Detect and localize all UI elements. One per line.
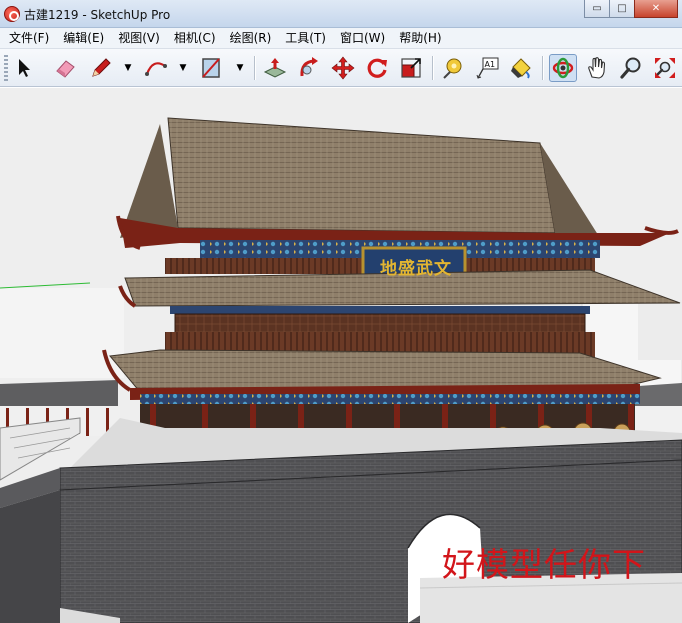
toolbar-separator	[542, 56, 543, 80]
zoom-tool-button[interactable]	[617, 54, 645, 82]
push-pull-tool-button[interactable]	[261, 54, 289, 82]
zoom-extents-tool-button[interactable]	[651, 54, 679, 82]
pan-tool-button[interactable]	[583, 54, 611, 82]
tape-measure-tool-button[interactable]	[439, 54, 467, 82]
background-building	[638, 300, 682, 360]
select-tool-button[interactable]	[10, 54, 38, 82]
move-tool-button[interactable]	[329, 54, 357, 82]
menu-help[interactable]: 帮助(H)	[392, 28, 448, 49]
arc-dropdown-icon[interactable]: ▼	[178, 63, 188, 73]
move-icon	[331, 56, 355, 80]
menu-draw[interactable]: 绘图(R)	[223, 28, 279, 49]
zoom-extents-icon	[655, 58, 675, 78]
upper-eave-curl	[644, 226, 679, 235]
upper-roof	[167, 117, 556, 234]
arc-tool-button[interactable]	[142, 54, 170, 82]
main-toolbar: ▼ ▼ ▼ A1	[0, 49, 682, 87]
scale-icon	[401, 58, 421, 78]
text-tool-button[interactable]: A1	[473, 54, 501, 82]
menu-view[interactable]: 视图(V)	[111, 28, 167, 49]
menu-tools[interactable]: 工具(T)	[278, 28, 333, 49]
text-tool-label: A1	[485, 60, 496, 69]
city-wall-side	[0, 490, 60, 623]
middle-decorative-band	[170, 306, 590, 314]
menu-bar: 文件(F) 编辑(E) 视图(V) 相机(C) 绘图(R) 工具(T) 窗口(W…	[0, 28, 682, 49]
minimize-button[interactable]: ▭	[584, 0, 610, 18]
orbit-icon	[552, 57, 574, 79]
axis-line-green	[0, 282, 91, 289]
watermark-text: 好模型任你下	[442, 545, 646, 584]
toolbar-grip[interactable]	[4, 55, 8, 81]
background-building	[0, 288, 124, 378]
window-title: 古建1219 - SketchUp Pro	[24, 8, 171, 22]
lower-decorative-band	[140, 394, 640, 404]
menu-file[interactable]: 文件(F)	[2, 28, 56, 49]
rotate-tool-button[interactable]	[363, 54, 391, 82]
arc-icon	[145, 62, 167, 76]
pencil-icon	[92, 58, 111, 77]
paint-bucket-icon	[511, 58, 531, 79]
rectangle-dropdown-icon[interactable]: ▼	[235, 63, 245, 73]
rectangle-icon	[202, 58, 220, 78]
pencil-tool-button[interactable]	[87, 54, 115, 82]
menu-window[interactable]: 窗口(W)	[333, 28, 392, 49]
arrow-cursor-icon	[19, 59, 30, 77]
toolbar-separator	[432, 56, 433, 80]
eraser-tool-button[interactable]	[51, 54, 79, 82]
follow-me-icon	[300, 57, 318, 77]
window-controls: ▭ □ ✕	[584, 0, 678, 18]
model-viewport[interactable]: 地盛武文 好模型任你下	[0, 88, 682, 623]
rotate-icon	[367, 58, 387, 78]
plaque-inscription: 地盛武文	[380, 259, 452, 279]
tape-measure-icon	[443, 58, 462, 79]
sketchup-app-icon[interactable]	[4, 6, 20, 22]
pencil-dropdown-icon[interactable]: ▼	[123, 63, 133, 73]
scale-tool-button[interactable]	[397, 54, 425, 82]
text-label-icon: A1	[476, 57, 499, 79]
follow-me-tool-button[interactable]	[295, 54, 323, 82]
hand-icon	[588, 57, 606, 79]
eraser-icon	[56, 60, 75, 78]
rectangle-tool-button[interactable]	[197, 54, 225, 82]
paint-bucket-tool-button[interactable]	[507, 54, 535, 82]
toolbar-separator	[254, 56, 255, 80]
maximize-button[interactable]: □	[609, 0, 635, 18]
menu-camera[interactable]: 相机(C)	[167, 28, 223, 49]
title-bar[interactable]: 古建1219 - SketchUp Pro ▭ □ ✕	[0, 0, 682, 28]
orbit-tool-button[interactable]	[549, 54, 577, 82]
magnifier-icon	[620, 57, 641, 79]
close-button[interactable]: ✕	[634, 0, 678, 18]
push-pull-icon	[263, 58, 287, 78]
menu-edit[interactable]: 编辑(E)	[56, 28, 111, 49]
